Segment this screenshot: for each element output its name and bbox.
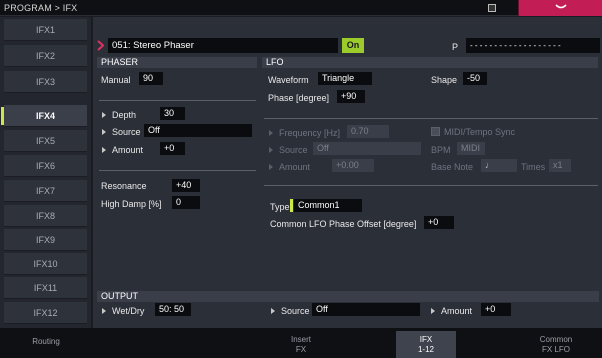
phaser-section-title: PHASER (97, 57, 257, 68)
effect-select[interactable]: 051: Stereo Phaser (108, 38, 338, 53)
divider (264, 185, 598, 186)
phase-value[interactable]: +90 (337, 90, 365, 103)
lfo-section-title: LFO (262, 57, 598, 68)
effect-on-button[interactable]: On (342, 38, 364, 53)
tab-common-fx-lfo-line1: Common (539, 335, 573, 344)
tab-ifx5[interactable]: IFX5 (4, 130, 87, 152)
bullet-icon (269, 130, 273, 136)
high-damp-value[interactable]: 0 (172, 196, 200, 209)
depth-value[interactable]: 30 (160, 107, 185, 120)
tab-ifx6[interactable]: IFX6 (4, 155, 87, 177)
output-source-label: Source (281, 306, 310, 316)
chevron-down-icon (555, 4, 567, 9)
divider (99, 170, 256, 171)
shape-value[interactable]: -50 (463, 72, 487, 85)
bullet-icon (269, 164, 273, 170)
frequency-value[interactable]: 0.70 (347, 125, 389, 138)
tab-ifx2[interactable]: IFX2 (4, 45, 87, 67)
output-amount-value[interactable]: +0 (481, 303, 511, 316)
lfo-source-label: Source (279, 145, 308, 155)
lfo-source-value[interactable]: Off (313, 142, 421, 155)
tab-insert-fx-line1: Insert (290, 335, 311, 344)
manual-label: Manual (101, 75, 131, 85)
type-label: Type (270, 202, 290, 212)
resonance-label: Resonance (101, 181, 147, 191)
phaser-source-value[interactable]: Off (144, 124, 252, 137)
tab-ifx[interactable]: IFX 1-12 (396, 331, 456, 358)
phaser-amount-label: Amount (112, 145, 144, 155)
common-offset-value[interactable]: +0 (424, 216, 454, 229)
base-note-label: Base Note (431, 162, 474, 172)
tab-ifx12[interactable]: IFX12 (4, 302, 87, 324)
tab-ifx10[interactable]: IFX10 (4, 253, 87, 275)
tab-ifx11[interactable]: IFX11 (4, 277, 87, 299)
phaser-amount-value[interactable]: +0 (160, 142, 185, 155)
page-menu-button[interactable] (518, 0, 602, 16)
breadcrumb: PROGRAM > IFX (4, 3, 78, 13)
times-label: Times (521, 162, 546, 172)
ifx-edit-panel: 051: Stereo Phaser On P - - - - - - - - … (93, 17, 602, 328)
bpm-label: BPM (431, 145, 451, 155)
tab-ifx4[interactable]: IFX4 (1, 105, 87, 127)
type-value[interactable]: Common1 (294, 199, 362, 212)
tab-ifx7[interactable]: IFX7 (4, 180, 87, 202)
waveform-value[interactable]: Triangle (318, 72, 372, 85)
lfo-amount-label: Amount (279, 162, 311, 172)
depth-label: Depth (112, 110, 137, 120)
wetdry-label: Wet/Dry (112, 306, 145, 316)
output-source-value[interactable]: Off (312, 303, 420, 316)
tab-ifx8[interactable]: IFX8 (4, 205, 87, 227)
midi-sync-label: MIDI/Tempo Sync (444, 127, 516, 137)
arrow-right-icon (97, 40, 104, 51)
tab-ifx-line2: 1-12 (417, 345, 434, 354)
tab-insert-fx[interactable]: Insert FX (262, 331, 340, 358)
manual-value[interactable]: 90 (139, 72, 163, 85)
tab-ifx1[interactable]: IFX1 (4, 19, 87, 41)
frequency-label: Frequency [Hz] (279, 128, 341, 138)
bullet-icon (102, 308, 106, 314)
times-value[interactable]: x1 (549, 159, 571, 172)
bullet-icon (431, 308, 435, 314)
divider (99, 100, 256, 101)
bullet-icon (102, 147, 106, 153)
waveform-label: Waveform (268, 75, 309, 85)
lfo-amount-value[interactable]: +0.00 (332, 159, 374, 172)
divider (264, 118, 598, 119)
tab-ifx-line1: IFX (419, 335, 433, 344)
bottom-tab-bar: Routing Insert FX IFX 1-12 Common FX LFO (0, 328, 602, 358)
ifx-sidebar: IFX1 IFX2 IFX3 IFX4 IFX5 IFX6 IFX7 IFX8 … (0, 17, 91, 328)
midi-sync-checkbox[interactable] (431, 127, 440, 136)
bullet-icon (269, 147, 273, 153)
phase-label: Phase [degree] (268, 93, 330, 103)
page-icon[interactable] (488, 4, 496, 12)
common-offset-label: Common LFO Phase Offset [degree] (270, 219, 417, 229)
output-amount-label: Amount (441, 306, 473, 316)
bullet-icon (102, 112, 106, 118)
tab-common-fx-lfo-line2: FX LFO (541, 345, 570, 354)
output-section-title: OUTPUT (97, 291, 599, 302)
wetdry-value[interactable]: 50: 50 (155, 303, 191, 316)
phaser-source-label: Source (112, 127, 141, 137)
type-accent (290, 199, 293, 212)
bpm-value[interactable]: MIDI (457, 142, 485, 155)
tab-common-fx-lfo[interactable]: Common FX LFO (514, 331, 598, 358)
tab-ifx3[interactable]: IFX3 (4, 71, 87, 93)
base-note-value[interactable]: ♩ (481, 159, 517, 172)
p-value-field[interactable]: - - - - - - - - - - - - - - - - - - - (466, 38, 600, 53)
tab-ifx9[interactable]: IFX9 (4, 229, 87, 251)
high-damp-label: High Damp [%] (101, 199, 162, 209)
shape-label: Shape (431, 75, 458, 85)
bullet-icon (102, 129, 106, 135)
title-bar: PROGRAM > IFX (0, 0, 602, 16)
resonance-value[interactable]: +40 (172, 179, 200, 192)
tab-routing-label: Routing (32, 337, 60, 346)
bullet-icon (271, 308, 275, 314)
p-label: P (452, 42, 459, 52)
tab-insert-fx-line2: FX (295, 345, 307, 354)
tab-routing[interactable]: Routing (4, 331, 88, 358)
